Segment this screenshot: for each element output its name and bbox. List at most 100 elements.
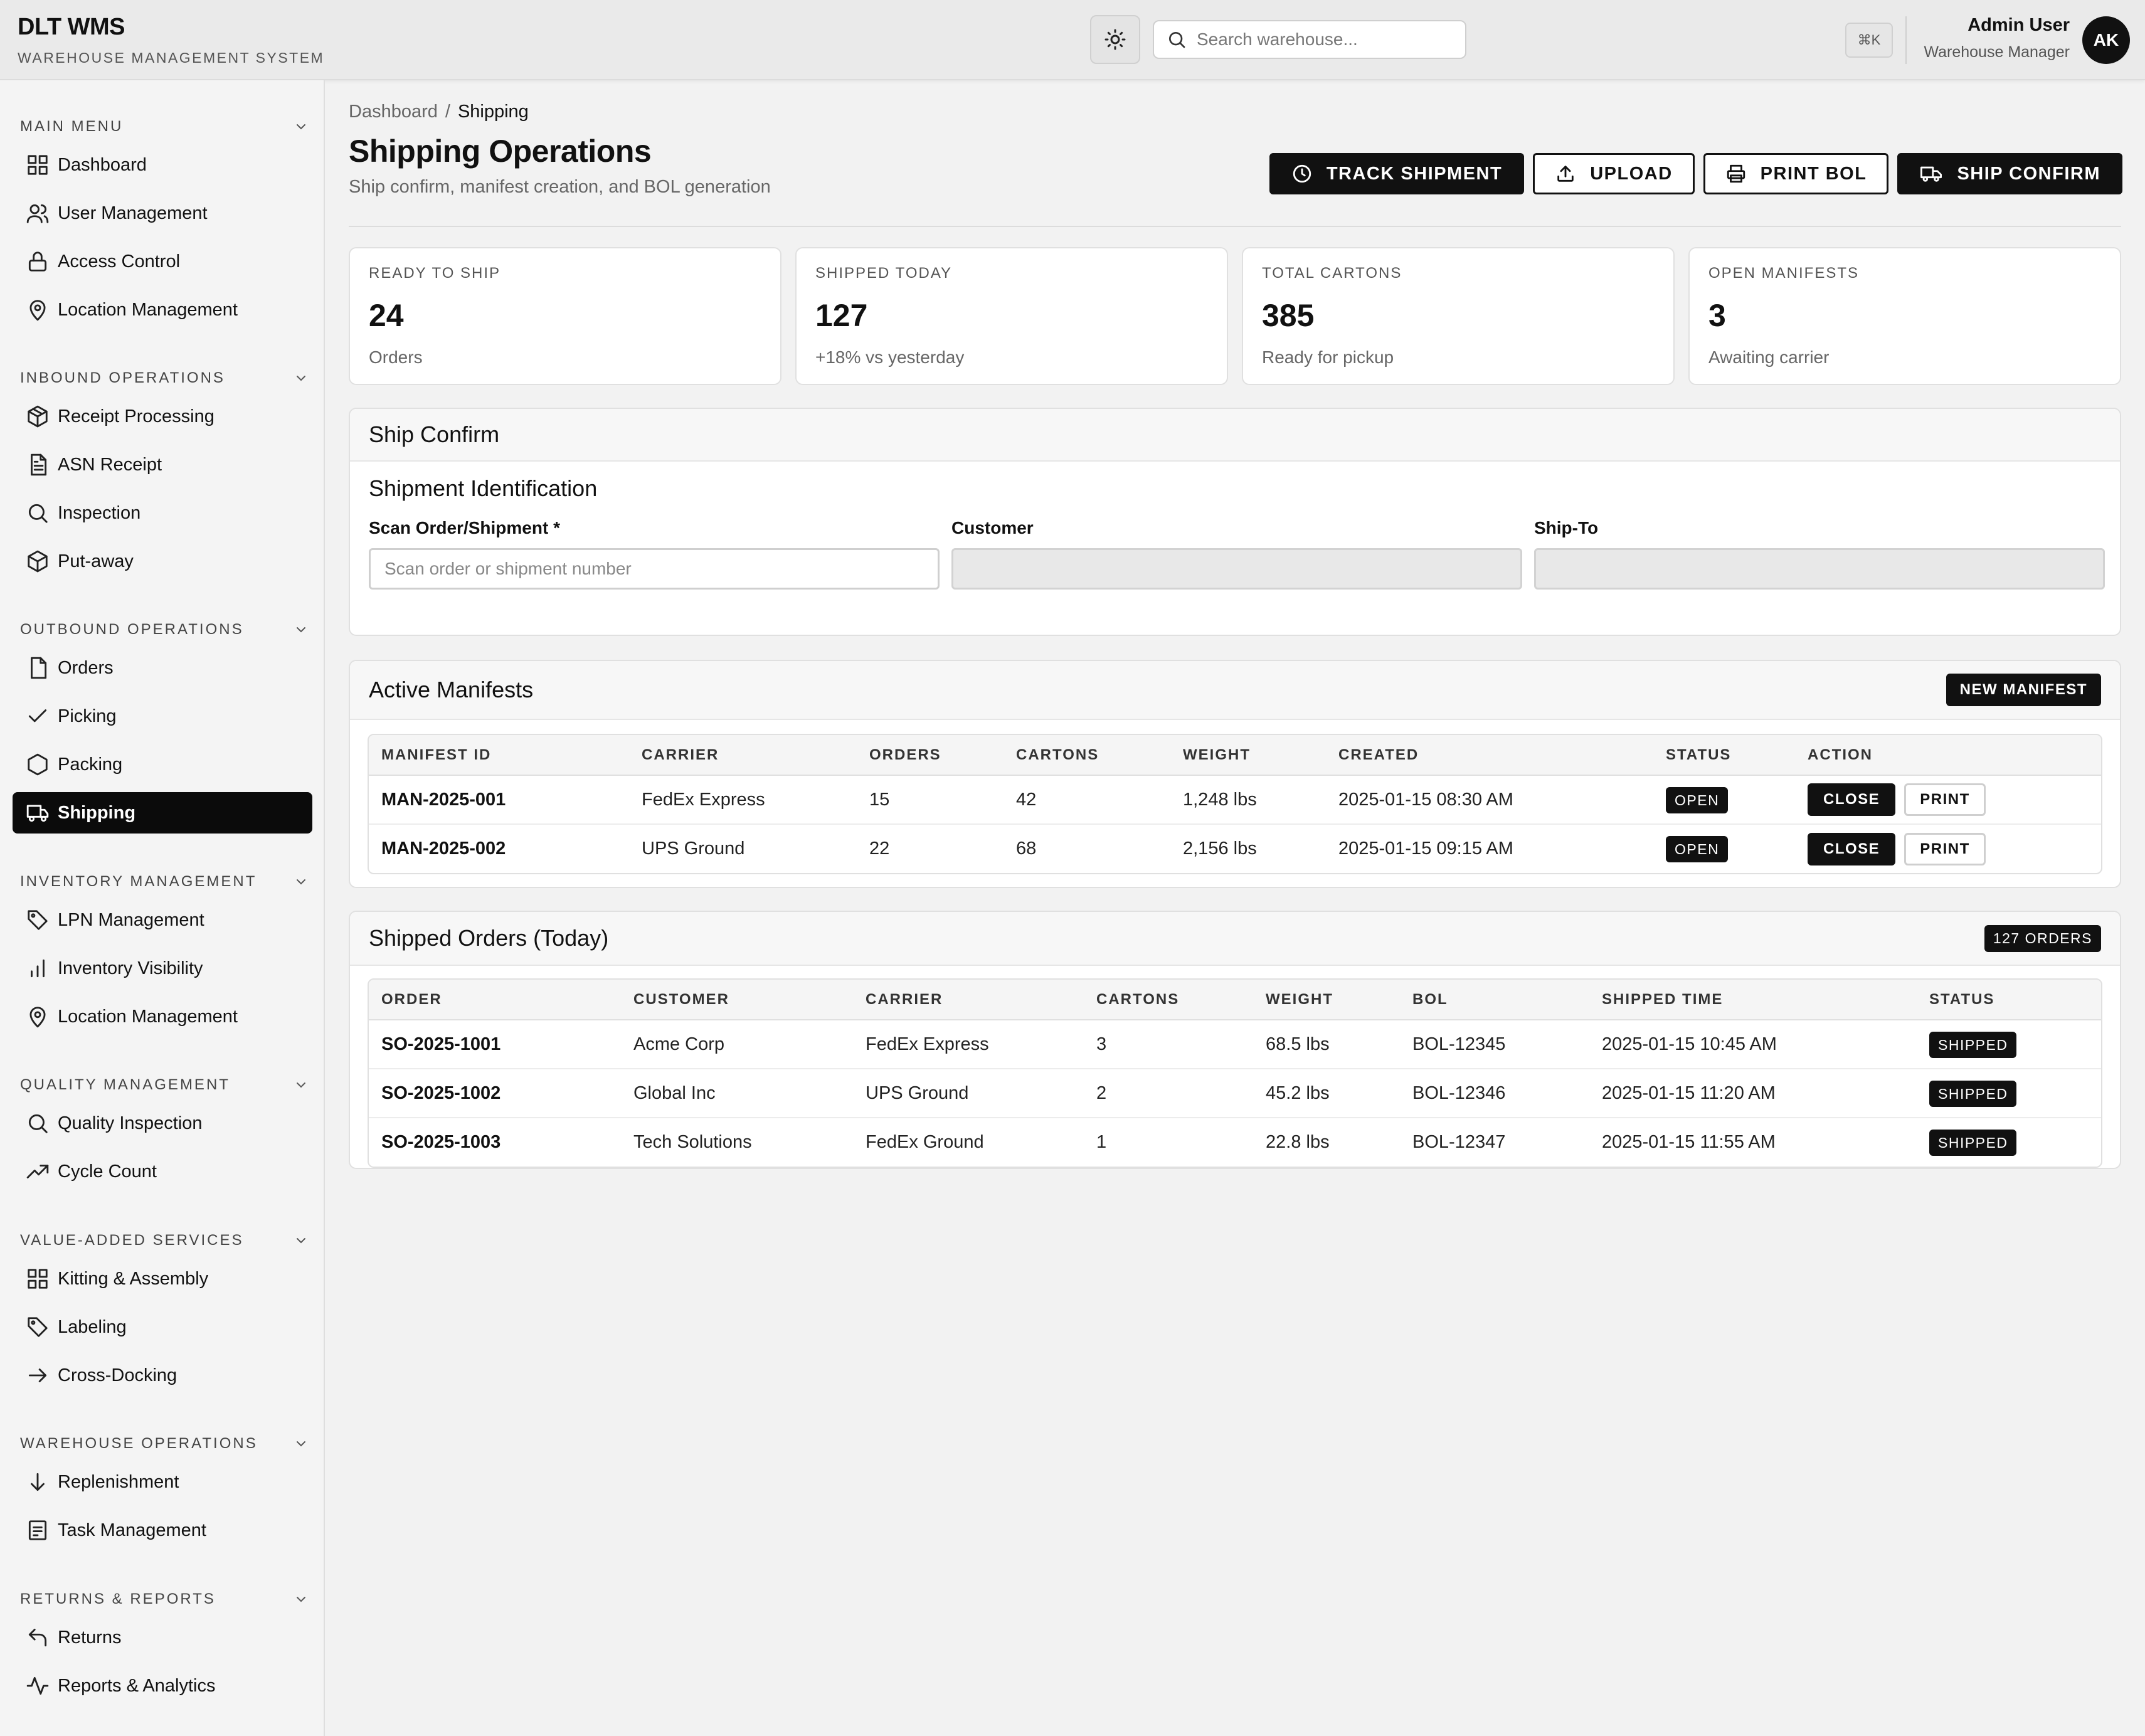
sidebar-item-access-control[interactable]: Access Control [13,241,312,282]
close-manifest-button[interactable]: CLOSE [1808,832,1896,865]
sidebar-item-orders[interactable]: Orders [13,647,312,689]
customer-label: Customer [951,518,1034,537]
sidebar-item-returns[interactable]: Returns [13,1617,312,1658]
sidebar-item-put-away[interactable]: Put-away [13,541,312,582]
column-header: SHIPPED TIME [1589,980,1917,1020]
sidebar-item-task-management[interactable]: Task Management [13,1510,312,1551]
page-title: Shipping Operations [349,134,652,169]
scan-order-input[interactable] [369,548,940,590]
shipped-time-cell: 2025-01-15 10:45 AM [1589,1020,1917,1069]
sidebar-item-labeling[interactable]: Labeling [13,1306,312,1348]
sidebar-item-label: Dashboard [58,154,147,175]
lock-icon [25,249,50,274]
sidebar-section-header[interactable]: QUALITY MANAGEMENT [20,1071,309,1099]
sidebar-item-picking[interactable]: Picking [13,696,312,737]
carrier-cell: UPS Ground [642,839,745,859]
print-manifest-button[interactable]: PRINT [1904,783,1986,816]
sidebar-item-label: Receipt Processing [58,406,214,426]
table-row[interactable]: SO-2025-1003 Tech Solutions FedEx Ground… [369,1118,2101,1167]
sidebar-section-header[interactable]: RETURNS & REPORTS [20,1585,309,1613]
shortcut-hint: ⌘K [1845,23,1893,58]
sidebar-item-dashboard[interactable]: Dashboard [13,144,312,186]
sidebar-item-location-management[interactable]: Location Management [13,996,312,1037]
user-name: Admin User [1968,15,2070,35]
sidebar-item-inventory-visibility[interactable]: Inventory Visibility [13,948,312,989]
new-manifest-button[interactable]: NEW MANIFEST [1946,674,2101,706]
ship-confirm-label: SHIP CONFIRM [1957,163,2100,184]
sidebar-section-header[interactable]: WAREHOUSE OPERATIONS [20,1430,309,1458]
ship-confirm-card: Ship Confirm Shipment Identification Sca… [349,408,2121,636]
orders-count-badge: 127 ORDERS [1984,924,2101,952]
print-bol-label: PRINT BOL [1760,163,1867,184]
table-row[interactable]: MAN-2025-001 FedEx Express 15 42 1,248 l… [369,775,2101,825]
carrier-cell: FedEx Express [629,775,857,825]
sidebar-item-reports-analytics[interactable]: Reports & Analytics [13,1665,312,1707]
sidebar-item-inspection[interactable]: Inspection [13,492,312,534]
sidebar-section-title: VALUE-ADDED SERVICES [20,1232,244,1249]
sidebar-item-replenishment[interactable]: Replenishment [13,1461,312,1503]
sidebar-item-label: Returns [58,1627,122,1648]
avatar[interactable]: AK [2082,16,2130,64]
search-box[interactable] [1153,20,1466,59]
column-header: BOL [1400,980,1589,1020]
sidebar-item-packing[interactable]: Packing [13,744,312,785]
sidebar-item-cross-docking[interactable]: Cross-Docking [13,1355,312,1396]
header-divider [1905,16,1907,64]
sidebar-item-receipt-processing[interactable]: Receipt Processing [13,396,312,437]
sidebar-section-header[interactable]: OUTBOUND OPERATIONS [20,616,309,643]
close-manifest-button[interactable]: CLOSE [1808,783,1896,816]
sidebar-item-kitting-assembly[interactable]: Kitting & Assembly [13,1258,312,1299]
search-input[interactable] [1197,29,1448,50]
sidebar-item-label: Packing [58,754,123,775]
sidebar-section-header[interactable]: MAIN MENU [20,113,309,140]
user-info[interactable]: Admin User Warehouse Manager [1924,15,2070,61]
bar-chart-icon [25,956,50,981]
sidebar-section-header[interactable]: VALUE-ADDED SERVICES [20,1227,309,1254]
table-row[interactable]: SO-2025-1002 Global Inc UPS Ground 2 45.… [369,1069,2101,1118]
app-title: DLT WMS [18,14,125,40]
box-icon [25,404,50,429]
ship-confirm-button[interactable]: SHIP CONFIRM [1897,153,2122,194]
sidebar-section-title: WAREHOUSE OPERATIONS [20,1435,258,1452]
search-icon [1167,29,1187,50]
sidebar-item-quality-inspection[interactable]: Quality Inspection [13,1103,312,1144]
sidebar-item-location-management[interactable]: Location Management [13,289,312,331]
stat-card-ready-to-ship: READY TO SHIP 24 Orders [349,247,781,385]
table-row[interactable]: MAN-2025-002 UPS Ground 22 68 2,156 lbs … [369,824,2101,873]
task-list-icon [25,1518,50,1543]
breadcrumb-root[interactable]: Dashboard [349,102,438,122]
order-id: SO-2025-1001 [369,1020,621,1069]
cartons-cell: 1 [1096,1132,1107,1152]
user-role: Warehouse Manager [1924,43,2070,61]
cartons-cell: 3 [1084,1020,1253,1069]
table-header-row: ORDER CUSTOMER CARRIER CARTONS WEIGHT BO… [369,980,2101,1020]
table-row[interactable]: SO-2025-1001 Acme Corp FedEx Express 3 6… [369,1020,2101,1069]
sidebar-section-title: QUALITY MANAGEMENT [20,1076,230,1093]
upload-button[interactable]: UPLOAD [1533,153,1695,194]
sidebar-item-shipping[interactable]: Shipping [13,792,312,834]
chevron-down-icon [294,874,309,889]
carrier-cell: FedEx Express [853,1020,1084,1069]
check-icon [25,704,50,729]
order-id: SO-2025-1003 [381,1132,501,1152]
orders-cell: 15 [857,775,1004,825]
sidebar-item-lpn-management[interactable]: LPN Management [13,899,312,941]
created-cell: 2025-01-15 09:15 AM [1338,839,1513,859]
chevron-down-icon [294,1077,309,1093]
sidebar-item-asn-receipt[interactable]: ASN Receipt [13,444,312,485]
users-icon [25,201,50,226]
sidebar-item-user-management[interactable]: User Management [13,193,312,234]
page-actions: TRACK SHIPMENT UPLOAD PRINT BOL SHIP CON… [1269,153,2122,194]
ship-to-field [1534,548,2105,590]
breadcrumb: Dashboard / Shipping [349,102,529,122]
theme-toggle-button[interactable] [1090,15,1140,64]
orders-cell: 22 [869,839,890,859]
print-bol-button[interactable]: PRINT BOL [1703,153,1889,194]
track-shipment-button[interactable]: TRACK SHIPMENT [1269,153,1525,194]
sidebar-item-label: ASN Receipt [58,454,162,475]
print-manifest-button[interactable]: PRINT [1904,832,1986,865]
sidebar-section-header[interactable]: INVENTORY MANAGEMENT [20,868,309,896]
sidebar-section-header[interactable]: INBOUND OPERATIONS [20,364,309,392]
brand[interactable]: DLT WMS WAREHOUSE MANAGEMENT SYSTEM [18,14,324,66]
sidebar-item-cycle-count[interactable]: Cycle Count [13,1151,312,1192]
